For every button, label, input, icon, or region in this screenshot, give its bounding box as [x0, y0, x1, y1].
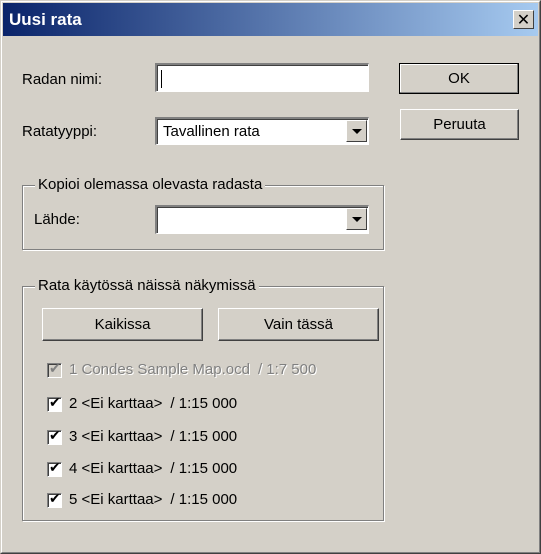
chevron-down-icon[interactable]	[346, 208, 367, 230]
view-map-scale: / 1:15 000	[170, 428, 238, 445]
checkmark-icon: ✔	[49, 460, 61, 476]
view-item-label: 5 <Ei karttaa> / 1:15 000	[69, 491, 237, 508]
cancel-button[interactable]: Peruuta	[400, 109, 519, 140]
title-bar[interactable]: Uusi rata ✕	[3, 3, 538, 36]
course-name-label: Radan nimi:	[22, 71, 103, 88]
chevron-down-icon[interactable]	[346, 120, 367, 142]
copy-group-legend: Kopioi olemassa olevasta radasta	[35, 176, 266, 193]
all-views-button-label: Kaikissa	[94, 316, 151, 333]
view-map-scale: / 1:15 000	[170, 491, 238, 508]
view-map-name: 5 <Ei karttaa>	[69, 491, 163, 508]
view-checkbox[interactable]: ✔	[47, 361, 62, 378]
this-view-only-button[interactable]: Vain tässä	[218, 308, 379, 341]
view-map-scale: / 1:15 000	[170, 460, 238, 477]
view-checkbox[interactable]: ✔	[47, 460, 62, 477]
course-type-label: Ratatyyppi:	[22, 123, 98, 140]
cancel-button-label: Peruuta	[433, 116, 486, 133]
view-map-name: 3 <Ei karttaa>	[69, 428, 163, 445]
this-view-only-button-label: Vain tässä	[264, 316, 333, 333]
window-title: Uusi rata	[9, 10, 82, 29]
course-name-field[interactable]	[155, 63, 369, 92]
course-name-input[interactable]	[157, 65, 368, 91]
view-map-scale: / 1:7 500	[257, 361, 317, 378]
checkmark-icon: ✔	[49, 361, 61, 377]
view-map-name: 1 Condes Sample Map.ocd	[69, 361, 250, 378]
view-item-label: 1 Condes Sample Map.ocd / 1:7 500	[69, 361, 316, 378]
source-combobox[interactable]	[155, 205, 369, 234]
view-item-label: 4 <Ei karttaa> / 1:15 000	[69, 460, 237, 477]
view-checkbox[interactable]: ✔	[47, 395, 62, 412]
views-group-legend: Rata käytössä näissä näkymissä	[35, 277, 259, 294]
checkmark-icon: ✔	[49, 395, 61, 411]
view-map-name: 2 <Ei karttaa>	[69, 395, 163, 412]
course-type-combobox[interactable]: Tavallinen rata	[155, 117, 369, 145]
view-map-name: 4 <Ei karttaa>	[69, 460, 163, 477]
all-views-button[interactable]: Kaikissa	[42, 308, 203, 341]
close-icon: ✕	[516, 10, 531, 29]
close-button[interactable]: ✕	[513, 10, 534, 29]
view-checkbox[interactable]: ✔	[47, 491, 62, 508]
checkmark-icon: ✔	[49, 491, 61, 507]
text-caret	[161, 70, 162, 88]
ok-button[interactable]: OK	[399, 63, 519, 94]
source-label: Lähde:	[34, 211, 80, 228]
view-map-scale: / 1:15 000	[170, 395, 238, 412]
new-course-dialog: Uusi rata ✕ Radan nimi: Ratatyyppi: Tava…	[0, 0, 541, 554]
ok-button-label: OK	[448, 70, 470, 87]
view-checkbox[interactable]: ✔	[47, 428, 62, 445]
course-type-value: Tavallinen rata	[163, 123, 260, 140]
view-item-label: 2 <Ei karttaa> / 1:15 000	[69, 395, 237, 412]
checkmark-icon: ✔	[49, 428, 61, 444]
view-item-label: 3 <Ei karttaa> / 1:15 000	[69, 428, 237, 445]
